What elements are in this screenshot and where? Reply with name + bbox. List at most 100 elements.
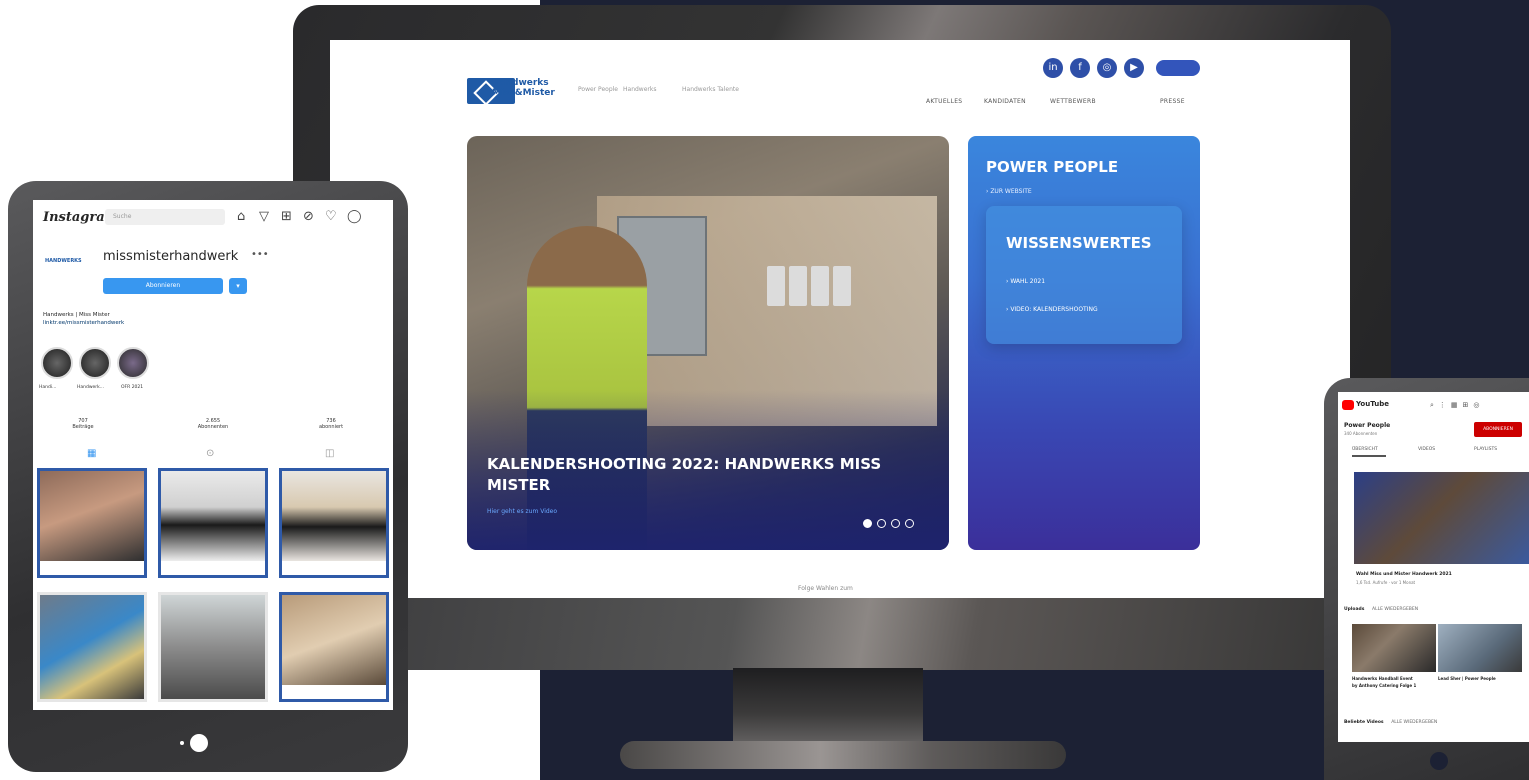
follow-button[interactable]: Abonnieren bbox=[103, 278, 223, 294]
featured-video-player[interactable] bbox=[1354, 472, 1529, 564]
link-label: VIDEO: KALENDERSHOOTING bbox=[1010, 306, 1098, 313]
highlight-label: Handwerk... bbox=[77, 385, 105, 390]
post-tile[interactable] bbox=[158, 592, 268, 702]
send-icon[interactable]: ▽ bbox=[259, 209, 269, 225]
section-title: Beliebte Videos bbox=[1344, 720, 1384, 725]
nav-aktuelles[interactable]: AKTUELLES bbox=[926, 98, 962, 105]
video-thumbnail[interactable] bbox=[1352, 624, 1436, 672]
video-thumbnail[interactable] bbox=[1438, 624, 1522, 672]
nav-presse[interactable]: PRESSE bbox=[1160, 98, 1185, 105]
bio-name: Handwerks | Miss Mister bbox=[43, 312, 110, 318]
tagged-tab-icon[interactable]: ◫ bbox=[325, 448, 334, 459]
stat-following[interactable]: 736 abonniert bbox=[301, 418, 361, 430]
post-caption bbox=[40, 561, 144, 575]
post-tile[interactable] bbox=[158, 468, 268, 578]
post-caption bbox=[282, 685, 386, 699]
post-photo bbox=[161, 595, 265, 699]
side-website-link[interactable]: › ZUR WEBSITE bbox=[986, 188, 1032, 195]
instagram-screen: Instagram Suche ⌂ ▽ ⊞ ⊘ ♡ ◯ HANDWERKS mi… bbox=[33, 200, 393, 710]
active-tab-indicator bbox=[1352, 455, 1386, 457]
device-mockup-stage: Handwerks Miss&Mister Power People Handw… bbox=[0, 0, 1529, 780]
video-title[interactable]: by Anthony Catering Folge 1 bbox=[1352, 683, 1416, 688]
section-title: Uploads bbox=[1344, 607, 1365, 612]
youtube-toolbar-icons[interactable]: ⌕⋮▦⊞◎ bbox=[1430, 401, 1485, 410]
nav-kandidaten[interactable]: KANDIDATEN bbox=[984, 98, 1026, 105]
slider-dot[interactable] bbox=[877, 519, 886, 528]
video-title[interactable]: Handwerks Handball Event bbox=[1352, 676, 1413, 681]
highlight-label: OFR 2021 bbox=[121, 385, 144, 390]
monitor-chin bbox=[293, 598, 1391, 670]
link-wahl-2021[interactable]: › WAHL 2021 bbox=[1006, 278, 1045, 285]
bio-link[interactable]: linktr.ee/missmisterhandwerk bbox=[43, 320, 124, 326]
story-highlight[interactable] bbox=[79, 347, 111, 379]
hero-video-link[interactable]: Hier geht es zum Video bbox=[487, 508, 557, 515]
heart-icon[interactable]: ♡ bbox=[325, 209, 337, 225]
monitor-neck bbox=[733, 668, 923, 743]
post-caption bbox=[282, 561, 386, 575]
highlight-label: Handi... bbox=[39, 385, 57, 390]
post-photo bbox=[282, 471, 386, 561]
grid-tab-icon[interactable]: ▦ bbox=[87, 448, 96, 459]
hero-slider[interactable]: KALENDERSHOOTING 2022: HANDWERKS MISS MI… bbox=[467, 136, 949, 550]
nav-wettbewerb[interactable]: WETTBEWERB bbox=[1050, 98, 1096, 105]
search-pill-button[interactable] bbox=[1156, 60, 1200, 76]
slider-dot[interactable] bbox=[905, 519, 914, 528]
new-post-icon[interactable]: ⊞ bbox=[281, 209, 292, 225]
hero-photo-switch bbox=[789, 266, 807, 306]
post-tile[interactable] bbox=[279, 468, 389, 578]
youtube-icon[interactable]: ▶ bbox=[1124, 58, 1144, 78]
link-video-kalendershooting[interactable]: › VIDEO: KALENDERSHOOTING bbox=[1006, 306, 1098, 313]
post-tile[interactable] bbox=[279, 592, 389, 702]
story-highlight[interactable] bbox=[41, 347, 73, 379]
stat-posts[interactable]: 707 Beiträge bbox=[53, 418, 113, 430]
tab-overview[interactable]: ÜBERSICHT bbox=[1352, 447, 1378, 452]
wissenswertes-title: WISSENSWERTES bbox=[1006, 234, 1152, 252]
side-title: POWER PEOPLE bbox=[986, 158, 1119, 176]
tab-playlists[interactable]: PLAYLISTS bbox=[1474, 447, 1497, 452]
featured-video-title[interactable]: Wahl Miss und Mister Handwerk 2021 bbox=[1356, 572, 1452, 577]
slider-dot[interactable] bbox=[891, 519, 900, 528]
stat-label: abonniert bbox=[318, 424, 344, 430]
slider-dot[interactable] bbox=[863, 519, 872, 528]
profile-username: missmisterhandwerk bbox=[103, 249, 239, 264]
post-caption bbox=[161, 561, 265, 575]
play-all-link[interactable]: ALLE WIEDERGEBEN bbox=[1391, 720, 1437, 725]
site-logo-text[interactable]: Handwerks Miss&Mister bbox=[492, 78, 572, 98]
reels-tab-icon[interactable]: ⊙ bbox=[206, 448, 214, 459]
hero-title: KALENDERSHOOTING 2022: HANDWERKS MISS MI… bbox=[487, 455, 882, 494]
home-icon[interactable]: ⌂ bbox=[237, 209, 245, 225]
play-all-link[interactable]: ALLE WIEDERGEBEN bbox=[1372, 607, 1418, 612]
power-people-card: POWER PEOPLE › ZUR WEBSITE WISSENSWERTES… bbox=[968, 136, 1200, 550]
phone-home-button bbox=[1430, 752, 1448, 770]
story-highlight[interactable] bbox=[117, 347, 149, 379]
chevron-down-icon[interactable]: ▾ bbox=[229, 278, 247, 294]
post-tile[interactable] bbox=[37, 592, 147, 702]
explore-icon[interactable]: ⊘ bbox=[303, 209, 314, 225]
youtube-logo[interactable]: YouTube bbox=[1342, 400, 1396, 412]
slider-dots bbox=[863, 519, 914, 528]
post-photo bbox=[40, 471, 144, 561]
linkedin-icon[interactable]: in bbox=[1043, 58, 1063, 78]
profile-avatar[interactable]: HANDWERKS bbox=[45, 258, 85, 272]
partner-logo-handwerks[interactable]: Handwerks bbox=[623, 86, 656, 93]
channel-name: Power People bbox=[1344, 422, 1391, 429]
tablet-home-button bbox=[190, 734, 208, 752]
wissenswertes-box: WISSENSWERTES › WAHL 2021 › VIDEO: KALEN… bbox=[986, 206, 1182, 344]
monitor-foot bbox=[620, 741, 1066, 769]
channel-subscribers: 340 Abonnenten bbox=[1344, 431, 1378, 436]
stat-followers[interactable]: 2.655 Abonnenten bbox=[183, 418, 243, 430]
facebook-icon[interactable]: f bbox=[1070, 58, 1090, 78]
subscribe-button[interactable]: ABONNIEREN bbox=[1474, 422, 1522, 437]
partner-logo-talente[interactable]: Handwerks Talente bbox=[682, 86, 739, 93]
post-tile[interactable] bbox=[37, 468, 147, 578]
video-title[interactable]: Lead Sher | Power People bbox=[1438, 676, 1496, 681]
instagram-icon[interactable]: ◎ bbox=[1097, 58, 1117, 78]
partner-logo-power-people[interactable]: Power People bbox=[578, 86, 618, 93]
profile-icon[interactable]: ◯ bbox=[347, 209, 362, 225]
hero-photo-switch bbox=[767, 266, 785, 306]
post-photo bbox=[161, 471, 265, 561]
instagram-search-input[interactable]: Suche bbox=[105, 209, 225, 225]
more-options-icon[interactable]: ••• bbox=[251, 249, 269, 260]
tab-videos[interactable]: VIDEOS bbox=[1418, 447, 1435, 452]
link-label: WAHL 2021 bbox=[1010, 278, 1046, 285]
